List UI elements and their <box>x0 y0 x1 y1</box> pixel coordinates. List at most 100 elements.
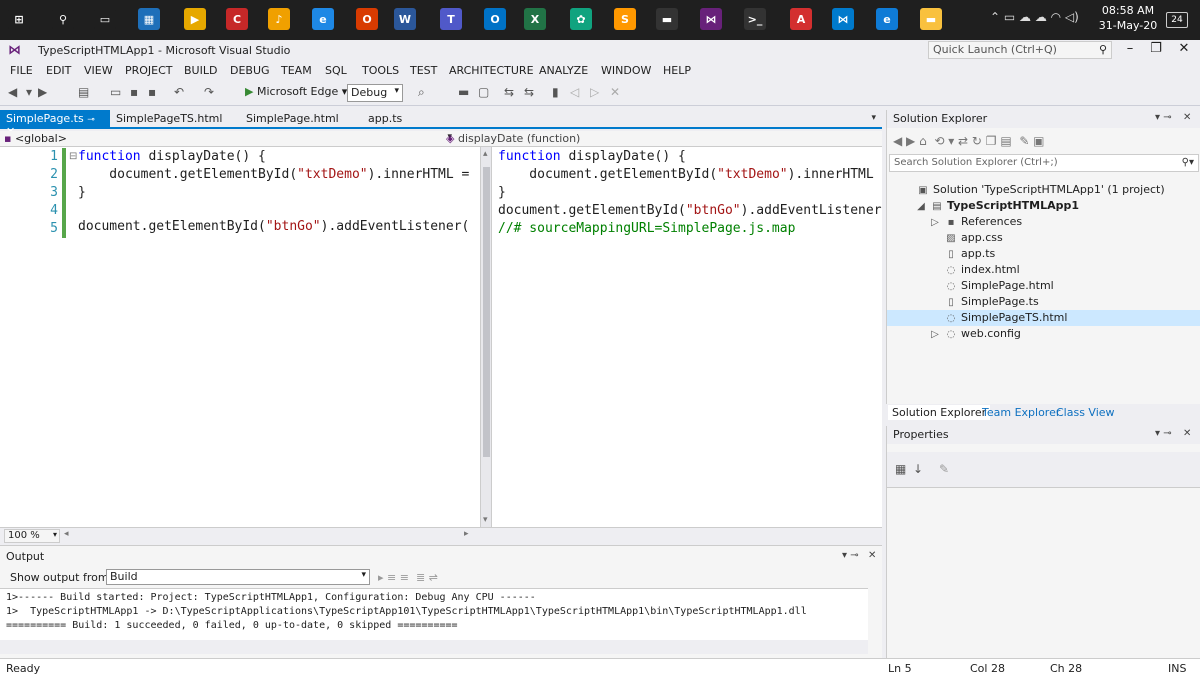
alphabetical-icon[interactable]: ↓ <box>913 462 923 476</box>
undo-icon[interactable]: ↶ <box>174 85 184 99</box>
teams-icon[interactable]: T <box>440 8 462 30</box>
menu-tools[interactable]: TOOLS <box>362 64 399 77</box>
categorized-icon[interactable]: ▦ <box>895 462 906 476</box>
tab-class-view[interactable]: Class View <box>1052 405 1119 420</box>
close-button[interactable]: ✕ <box>1174 41 1194 59</box>
expander-icon[interactable]: ▷ <box>929 327 941 343</box>
chrome-red-icon[interactable]: C <box>226 8 248 30</box>
open-icon[interactable]: ▭ <box>110 85 121 99</box>
redo-icon[interactable]: ↷ <box>204 85 214 99</box>
vscode-icon[interactable]: ⋈ <box>832 8 854 30</box>
start-debugging-button[interactable]: ▶ Microsoft Edge ▾ <box>245 85 347 98</box>
new-project-icon[interactable]: ▤ <box>78 85 89 99</box>
scrollbar-thumb[interactable] <box>483 167 490 457</box>
solution-configuration-select[interactable]: Debug ▾ <box>347 84 403 102</box>
save-icon[interactable]: ▪ <box>130 85 138 99</box>
code-line[interactable]: } <box>498 184 506 202</box>
player-icon[interactable]: ▶ <box>184 8 206 30</box>
zoom-select[interactable]: 100 % ▾ <box>4 529 60 543</box>
bookmark-icon[interactable]: ▮ <box>552 85 559 99</box>
tab-overflow-icon[interactable]: ▾ <box>871 113 876 123</box>
menu-file[interactable]: FILE <box>10 64 33 77</box>
close-icon[interactable]: ✕ <box>868 550 876 561</box>
tab-simplepage-ts[interactable]: SimplePage.ts ⊸ ✕ <box>0 110 110 138</box>
menu-analyze[interactable]: ANALYZE <box>539 64 588 77</box>
menu-window[interactable]: WINDOW <box>601 64 651 77</box>
player-app-icon[interactable]: ♪ <box>268 8 290 30</box>
menu-test[interactable]: TEST <box>410 64 437 77</box>
code-line[interactable]: document.getElementById("btnGo").addEven… <box>78 218 469 236</box>
code-editor-typescript[interactable]: 1 function displayDate() {2 document.getE… <box>0 147 480 527</box>
close-icon[interactable]: ✕ <box>1183 112 1191 123</box>
menu-architecture[interactable]: ARCHITECTURE <box>449 64 534 77</box>
next-bookmark-icon[interactable]: ▷ <box>590 85 599 99</box>
acrobat-icon[interactable]: A <box>790 8 812 30</box>
sublime-icon[interactable]: S <box>614 8 636 30</box>
tab-app-ts[interactable]: app.ts <box>362 110 422 127</box>
scroll-down-icon[interactable]: ▾ <box>483 515 488 525</box>
code-line[interactable]: } <box>78 184 86 202</box>
clear-bookmark-icon[interactable]: ✕ <box>610 85 620 99</box>
expander-icon[interactable]: ◢ <box>915 199 927 215</box>
taskbar-clock[interactable]: 08:58 AM 31-May-20 <box>1098 3 1158 33</box>
property-pages-icon[interactable]: ✎ <box>939 462 949 476</box>
notification-center-icon[interactable]: 24 <box>1166 12 1188 28</box>
member-dropdown[interactable]: ◈ displayDate (function) <box>446 132 866 146</box>
tree-item[interactable]: ◢ ▤ TypeScriptHTMLApp1 <box>887 198 1200 214</box>
tree-item[interactable]: ◌ SimplePageTS.html <box>887 310 1200 326</box>
excel-icon[interactable]: X <box>524 8 546 30</box>
output-text[interactable]: 1>------ Build started: Project: TypeScr… <box>0 588 868 640</box>
back-icon[interactable]: ◀ <box>8 85 17 99</box>
comment-icon[interactable]: ⇆ <box>504 85 514 99</box>
expander-icon[interactable]: ▷ <box>929 215 941 231</box>
tree-item[interactable]: ▨ app.css <box>887 230 1200 246</box>
office-icon[interactable]: O <box>356 8 378 30</box>
tree-item[interactable]: ▯ app.ts <box>887 246 1200 262</box>
output-source-select[interactable]: Build ▾ <box>106 569 370 585</box>
solution-explorer-toolbar[interactable]: ◀ ▶ ⌂ ⟲ ▾ ⇄ ↻ ❐ ▤ ✎ ▣ <box>893 134 1045 148</box>
scroll-right-icon[interactable]: ▸ <box>464 529 469 539</box>
menu-project[interactable]: PROJECT <box>125 64 173 77</box>
browser-link-icon[interactable]: ▬ <box>458 85 469 99</box>
editor-horizontal-scrollbar[interactable]: 100 % ▾ ◂ ▸ <box>0 527 882 543</box>
forward-icon[interactable]: ▶ <box>38 85 47 99</box>
menu-build[interactable]: BUILD <box>184 64 217 77</box>
tree-item[interactable]: ▯ SimplePage.ts <box>887 294 1200 310</box>
prev-bookmark-icon[interactable]: ◁ <box>570 85 579 99</box>
collapse-icon[interactable]: ⊟ <box>69 148 77 166</box>
code-line[interactable]: document.getElementById("txtDemo").inner… <box>78 166 469 184</box>
edge-blue-icon[interactable]: e <box>312 8 334 30</box>
output-horizontal-scrollbar[interactable] <box>0 640 868 654</box>
code-line[interactable]: //# sourceMappingURL=SimplePage.js.map <box>498 220 795 238</box>
code-line[interactable]: document.getElementById("btnGo").addEven… <box>498 202 882 220</box>
solution-search-input[interactable]: Search Solution Explorer (Ctrl+;) ⚲▾ <box>889 154 1199 172</box>
code-preview-javascript[interactable]: function displayDate() { document.getEle… <box>492 147 882 527</box>
tree-item[interactable]: ▷ ◌ web.config <box>887 326 1200 342</box>
close-icon[interactable]: ✕ <box>1183 428 1191 439</box>
save-all-icon[interactable]: ▪ <box>148 85 156 99</box>
scope-dropdown[interactable]: ▪ <global> ▾ <box>4 132 454 146</box>
tree-item[interactable]: ◌ index.html <box>887 262 1200 278</box>
outlook-icon[interactable]: O <box>484 8 506 30</box>
system-tray[interactable]: ⌃ ▭ ☁ ☁ ◠ ◁) <box>990 10 1079 24</box>
menu-team[interactable]: TEAM <box>281 64 312 77</box>
refresh-icon[interactable]: ▢ <box>478 85 489 99</box>
pin-icon[interactable]: ▾ ⊸ <box>1155 112 1172 123</box>
terminal-icon[interactable]: >_ <box>744 8 766 30</box>
tab-solution-explorer[interactable]: Solution Explorer <box>888 405 991 420</box>
menu-help[interactable]: HELP <box>663 64 691 77</box>
openai-icon[interactable]: ✿ <box>570 8 592 30</box>
dropdown-icon[interactable]: ▾ <box>26 85 32 99</box>
output-toolbar[interactable]: ▸ ≡ ≡ ≣ ⇌ <box>378 571 438 584</box>
code-line[interactable]: function displayDate() { <box>498 148 686 166</box>
scroll-up-icon[interactable]: ▴ <box>483 149 488 159</box>
windows-start-icon[interactable]: ⊞ <box>8 8 30 30</box>
tab-simplepagets-html[interactable]: SimplePageTS.html <box>110 110 230 127</box>
uncomment-icon[interactable]: ⇆ <box>524 85 534 99</box>
quick-launch-input[interactable]: Quick Launch (Ctrl+Q) ⚲ <box>928 41 1112 59</box>
task-view-icon[interactable]: ▭ <box>94 8 116 30</box>
find-in-files-icon[interactable]: ⌕ <box>418 85 425 100</box>
menu-view[interactable]: VIEW <box>84 64 113 77</box>
restore-button[interactable]: ❐ <box>1146 41 1166 59</box>
tree-item[interactable]: ▣ Solution 'TypeScriptHTMLApp1' (1 projec… <box>887 182 1200 198</box>
